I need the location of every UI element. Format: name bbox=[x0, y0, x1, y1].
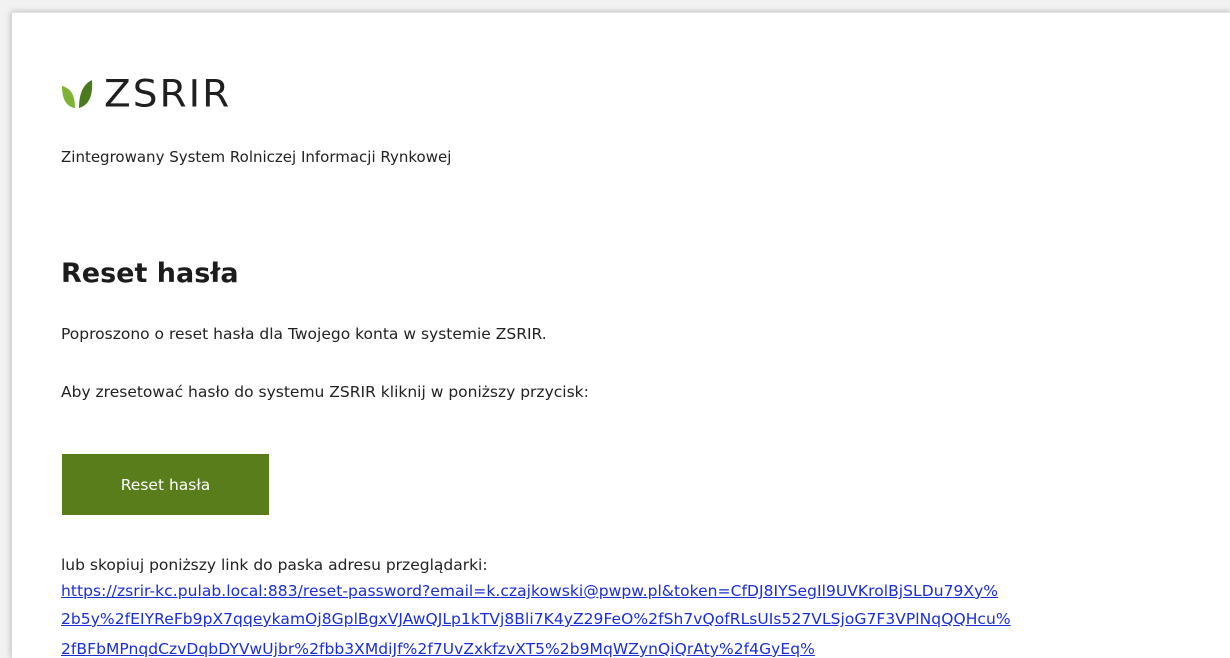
leaf-icon bbox=[60, 78, 94, 112]
reset-link-line-1[interactable]: https://zsrir-kc.pulab.local:883/reset-p… bbox=[61, 582, 998, 600]
reset-request-text: Poproszono o reset hasła dla Twojego kon… bbox=[61, 325, 547, 343]
brand-logo: ZSRIR bbox=[60, 75, 231, 115]
reset-link-line-2[interactable]: 2b5y%2fEIYReFb9pX7qqeykamOj8GplBgxVJAwQJ… bbox=[61, 610, 1011, 628]
copy-link-label: lub skopiuj poniższy link do paska adres… bbox=[61, 556, 488, 574]
reset-link-line-3[interactable]: 2fBFbMPnqdCzvDqbDYVwUjbr%2fbb3XMdiJf%2f7… bbox=[61, 640, 815, 658]
brand-tagline: Zintegrowany System Rolniczej Informacji… bbox=[61, 148, 452, 166]
reset-password-button[interactable]: Reset hasła bbox=[62, 454, 269, 515]
logo-text: ZSRIR bbox=[104, 73, 232, 116]
email-title: Reset hasła bbox=[61, 258, 239, 289]
email-card: ZSRIR Zintegrowany System Rolniczej Info… bbox=[11, 12, 1230, 658]
reset-instruction-text: Aby zresetować hasło do systemu ZSRIR kl… bbox=[61, 383, 589, 401]
